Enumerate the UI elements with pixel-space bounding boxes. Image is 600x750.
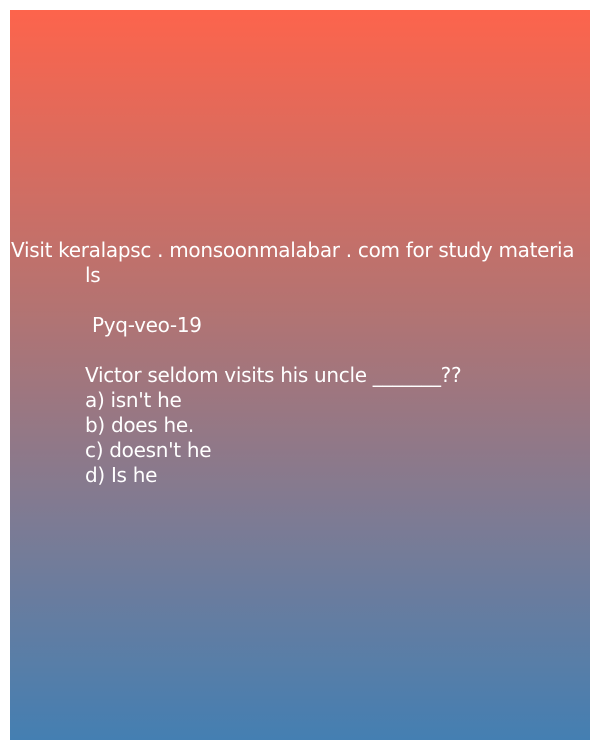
question-text: Victor seldom visits his uncle _______?? — [85, 363, 462, 387]
option-b: b) does he. — [85, 413, 194, 437]
option-a: a) isn't he — [85, 388, 182, 412]
question-code: Pyq-veo-19 — [92, 313, 202, 337]
option-d: d) Is he — [85, 463, 158, 487]
question-text-block: Visit keralapsc . monsoonmalabar . com f… — [10, 238, 590, 488]
promo-line-2: ls — [85, 263, 101, 287]
promo-line-1: Visit keralapsc . monsoonmalabar . com f… — [11, 238, 575, 262]
option-c: c) doesn't he — [85, 438, 212, 462]
question-card: Visit keralapsc . monsoonmalabar . com f… — [10, 10, 590, 740]
